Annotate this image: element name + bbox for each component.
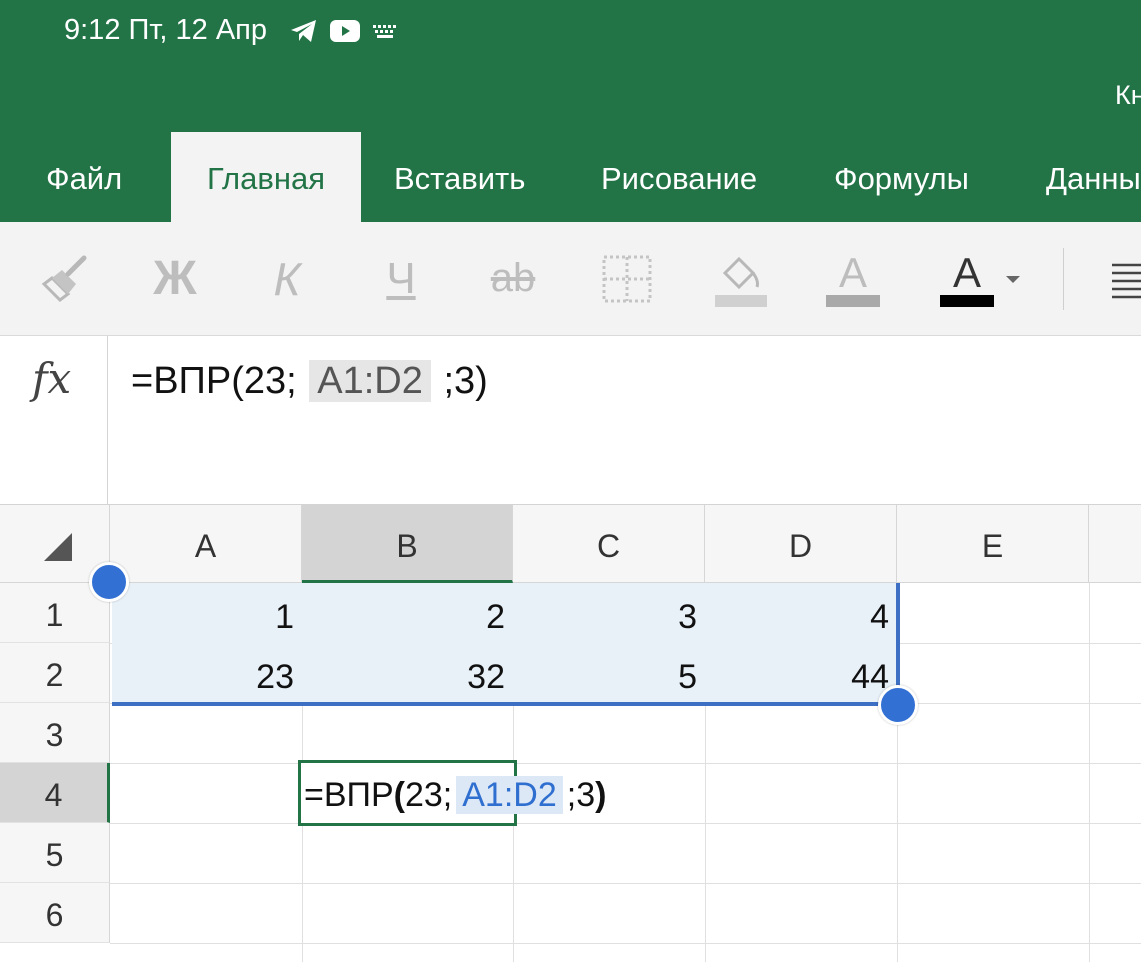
grid-line [110, 763, 1141, 764]
tab-home[interactable]: Главная [171, 132, 361, 222]
cell-edit-text[interactable]: =ВПР(23; A1:D2 ;3) [304, 768, 606, 822]
column-header-c[interactable]: C [513, 505, 705, 583]
document-title[interactable]: Кн [1115, 80, 1141, 111]
column-header-b[interactable]: B [302, 505, 513, 583]
cell-d1[interactable]: 4 [705, 585, 897, 645]
cell-b2[interactable]: 32 [302, 645, 513, 705]
cell-d2[interactable]: 44 [705, 645, 897, 705]
edit-function: =ВПР [304, 776, 394, 814]
edit-close-paren: ) [595, 776, 607, 814]
formula-bar: fx =ВПР(23; A1:D2 ;3) [0, 336, 1141, 505]
tab-data[interactable]: Данны [1046, 132, 1141, 222]
status-time: 9:12 Пт, 12 Апр [64, 14, 268, 46]
grid-line [110, 943, 1141, 944]
edit-range-ref: A1:D2 [456, 776, 563, 814]
row-header-5[interactable]: 5 [0, 823, 110, 883]
selection-handle-bottom-right[interactable] [878, 685, 918, 725]
highlight-glyph: A [838, 248, 867, 296]
strikethrough-icon[interactable]: ab [478, 222, 548, 335]
underline-icon[interactable]: Ч [366, 222, 436, 335]
column-header-d[interactable]: D [705, 505, 897, 583]
row-header-3[interactable]: 3 [0, 703, 110, 763]
tab-insert[interactable]: Вставить [394, 132, 525, 222]
align-icon[interactable] [1100, 222, 1141, 335]
highlight-swatch [826, 294, 880, 307]
fx-icon[interactable]: fx [32, 354, 71, 403]
font-color-swatch [940, 294, 994, 307]
toolbar-divider [1063, 248, 1064, 310]
font-color-icon[interactable]: A [932, 222, 1002, 335]
formula-prefix: =ВПР(23; [131, 360, 297, 402]
ribbon-toolbar: Ж К Ч ab A A [0, 222, 1141, 336]
grid-line [1089, 583, 1090, 962]
formula-separator [107, 336, 108, 504]
tab-formulas[interactable]: Формулы [834, 132, 969, 222]
cell-a1[interactable]: 1 [110, 585, 302, 645]
edit-arg3: ;3 [566, 776, 596, 814]
youtube-icon [330, 16, 360, 46]
grid-line [110, 823, 1141, 824]
spreadsheet-grid[interactable]: A B C D E 1 2 3 4 5 6 [0, 505, 1141, 962]
keyboard-icon [372, 16, 398, 46]
grid-line [110, 883, 1141, 884]
italic-icon[interactable]: К [252, 222, 322, 335]
tab-file[interactable]: Файл [46, 132, 122, 222]
bold-icon[interactable]: Ж [140, 222, 210, 335]
chevron-down-icon[interactable] [1000, 222, 1026, 335]
edit-arg1: 23; [404, 776, 453, 814]
formula-range-ref: A1:D2 [309, 360, 431, 402]
formula-input[interactable]: =ВПР(23; A1:D2 ;3) [131, 360, 488, 403]
cell-b1[interactable]: 2 [302, 585, 513, 645]
cell-c1[interactable]: 3 [513, 585, 705, 645]
cell-c2[interactable]: 5 [513, 645, 705, 705]
formula-suffix: ;3) [443, 360, 488, 402]
edit-open-paren: ( [393, 776, 405, 814]
highlight-font-icon[interactable]: A [818, 222, 888, 335]
row-header-2[interactable]: 2 [0, 643, 110, 703]
font-color-glyph: A [952, 248, 981, 296]
format-painter-icon[interactable] [30, 222, 100, 335]
row-header-4[interactable]: 4 [0, 763, 110, 823]
telegram-icon [290, 16, 318, 46]
column-header-next[interactable] [1089, 505, 1141, 583]
selection-handle-top-left[interactable] [89, 562, 129, 602]
tab-draw[interactable]: Рисование [601, 132, 757, 222]
fill-color-icon[interactable] [706, 222, 776, 335]
row-header-6[interactable]: 6 [0, 883, 110, 943]
column-header-a[interactable]: A [110, 505, 302, 583]
borders-icon[interactable] [592, 222, 662, 335]
column-header-e[interactable]: E [897, 505, 1089, 583]
cell-a2[interactable]: 23 [110, 645, 302, 705]
